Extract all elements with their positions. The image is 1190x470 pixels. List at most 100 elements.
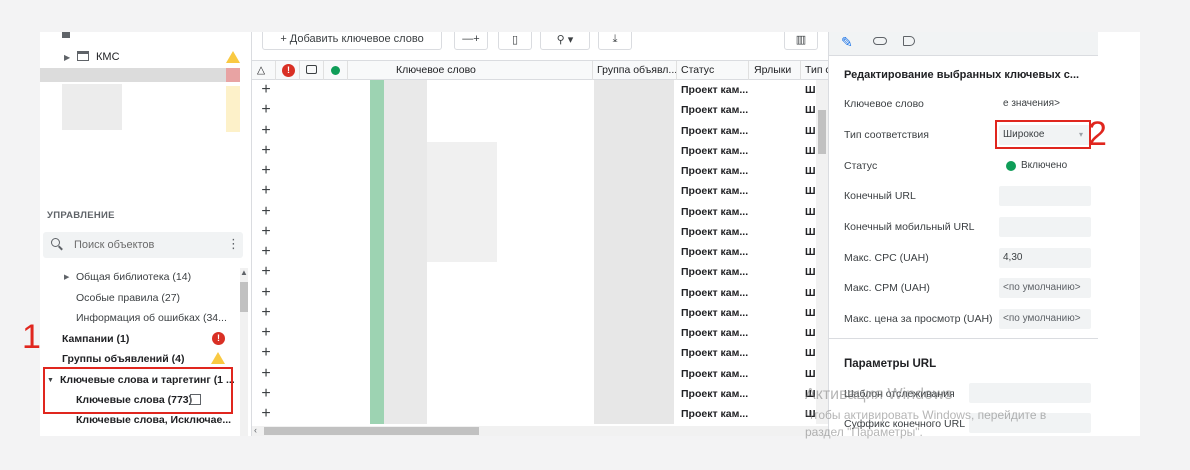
expand-arrow-icon[interactable]: ▶: [64, 53, 70, 62]
edit-pencil-icon[interactable]: ✎: [841, 34, 853, 51]
table-row[interactable]: +Проект кам...Широк...: [252, 384, 828, 404]
row-status-cell: Проект кам...: [681, 225, 749, 238]
final-url-input[interactable]: [999, 186, 1091, 206]
error-icon: !: [282, 64, 295, 77]
grid-scrollbar-thumb[interactable]: [818, 110, 826, 154]
expand-row-plus-icon[interactable]: +: [258, 364, 274, 384]
nav-label: Особые правила (27): [76, 292, 181, 304]
error-column-header[interactable]: !: [276, 61, 300, 80]
left-scrollbar[interactable]: [240, 268, 248, 436]
keyword-label: Ключевое слово: [844, 98, 924, 110]
nav-shared-library[interactable]: ▶ Общая библиотека (14): [40, 267, 238, 287]
expand-row-plus-icon[interactable]: +: [258, 161, 274, 181]
expand-arrow-icon[interactable]: ▶: [64, 273, 69, 281]
table-row[interactable]: +Проект кам...Широк...: [252, 242, 828, 262]
expand-row-plus-icon[interactable]: +: [258, 141, 274, 161]
expand-row-plus-icon[interactable]: +: [258, 202, 274, 222]
expand-row-plus-icon[interactable]: +: [258, 343, 274, 363]
nav-campaigns[interactable]: Кампании (1): [40, 329, 238, 349]
status-green-strip: [370, 80, 384, 424]
keyword-field[interactable]: е значения>: [999, 94, 1091, 114]
blurred-ad-group-column: [594, 80, 674, 424]
search-icon-handle: [58, 245, 63, 251]
nav-errors-info[interactable]: Информация об ошибках (34...: [40, 308, 238, 328]
watermark-line-2: Чтобы активировать Windows, перейдите в: [805, 408, 1047, 422]
nav-ad-groups[interactable]: Группы объявлений (4): [40, 349, 238, 369]
delete-button[interactable]: ▯: [498, 32, 532, 50]
ad-group-column-header[interactable]: Группа объявл...: [593, 61, 677, 80]
table-row[interactable]: +Проект кам...Широк...: [252, 121, 828, 141]
warning-icon: [226, 51, 240, 63]
status-select[interactable]: Включено: [999, 156, 1091, 176]
table-row[interactable]: +Проект кам...Широк...: [252, 283, 828, 303]
nav-custom-rules[interactable]: Особые правила (27): [40, 288, 238, 308]
expand-row-plus-icon[interactable]: +: [258, 121, 274, 141]
table-row[interactable]: +Проект кам...Широк...: [252, 303, 828, 323]
max-cpm-input[interactable]: <по умолчанию>: [999, 278, 1091, 298]
status-dot-header[interactable]: [324, 61, 348, 80]
table-row[interactable]: +Проект кам...Широк...: [252, 222, 828, 242]
link-icon[interactable]: [873, 37, 887, 45]
comment-column-header[interactable]: [300, 61, 324, 80]
search-objects[interactable]: Поиск объектов ⋮: [43, 232, 243, 258]
table-row[interactable]: +Проект кам...Широк...: [252, 364, 828, 384]
table-row[interactable]: +Проект кам...Широк...: [252, 323, 828, 343]
more-options-icon[interactable]: ⋮: [227, 236, 240, 252]
mobile-url-label: Конечный мобильный URL: [844, 221, 975, 233]
columns-button[interactable]: ▥: [784, 32, 818, 50]
expand-row-plus-icon[interactable]: +: [258, 242, 274, 262]
table-row[interactable]: +Проект кам...Широк...: [252, 343, 828, 363]
labels-column-header[interactable]: Ярлыки: [749, 61, 801, 80]
add-keyword-button[interactable]: + Добавить ключевое слово: [262, 32, 442, 50]
keyword-column-header[interactable]: Ключевое слово: [348, 61, 593, 80]
expand-row-plus-icon[interactable]: +: [258, 100, 274, 120]
max-view-input[interactable]: <по умолчанию>: [999, 309, 1091, 329]
tree-item-kms[interactable]: ▶ КМС: [40, 47, 251, 67]
find-replace-button[interactable]: ⚲ ▾: [540, 32, 590, 50]
expand-row-plus-icon[interactable]: +: [258, 283, 274, 303]
annotation-number-1: 1: [22, 318, 41, 356]
left-scrollbar-thumb[interactable]: [240, 282, 248, 312]
keywords-grid: + Добавить ключевое слово —+ ▯ ⚲ ▾ ⤓ ▥ △…: [252, 32, 828, 436]
table-row[interactable]: +Проект кам...Широк...: [252, 161, 828, 181]
row-status-cell: Проект кам...: [681, 246, 749, 258]
scroll-up-icon[interactable]: ▲: [240, 268, 248, 277]
expand-row-plus-icon[interactable]: +: [258, 181, 274, 201]
grid-hscroll-thumb[interactable]: [264, 427, 479, 435]
grid-horizontal-scrollbar[interactable]: ‹: [252, 425, 828, 436]
expand-row-plus-icon[interactable]: +: [258, 323, 274, 343]
status-column-header[interactable]: Статус: [677, 61, 749, 80]
table-row[interactable]: +Проект кам...Широк...: [252, 80, 828, 100]
table-row[interactable]: +Проект кам...Широк...: [252, 202, 828, 222]
table-row[interactable]: +Проект кам...Широк...: [252, 181, 828, 201]
label-tag-icon[interactable]: [903, 36, 915, 46]
watermark-line-3: раздел "Параметры".: [805, 425, 923, 439]
search-placeholder[interactable]: Поиск объектов: [74, 239, 154, 251]
watermark-title: Активация Windows: [805, 386, 953, 403]
grid-vertical-scrollbar[interactable]: [816, 80, 828, 424]
expand-row-plus-icon[interactable]: +: [258, 222, 274, 242]
expand-row-plus-icon[interactable]: +: [258, 404, 274, 424]
table-row[interactable]: +Проект кам...Широк...: [252, 141, 828, 161]
row-status-cell: Проект кам...: [681, 205, 749, 218]
make-changes-button[interactable]: —+: [454, 32, 488, 50]
max-cpc-input[interactable]: 4,30: [999, 248, 1091, 268]
scroll-left-icon[interactable]: ‹: [254, 425, 257, 435]
mobile-url-input[interactable]: [999, 217, 1091, 237]
export-button[interactable]: ⤓: [598, 32, 632, 50]
match-type-column-header[interactable]: Тип соо...: [801, 61, 828, 80]
table-row[interactable]: +Проект кам...Широк...: [252, 100, 828, 120]
blurred-keyword-block: [427, 142, 497, 262]
sort-header[interactable]: △: [252, 61, 276, 80]
tracking-input[interactable]: [969, 383, 1091, 403]
table-row[interactable]: +Проект кам...Широк...: [252, 262, 828, 282]
expand-row-plus-icon[interactable]: +: [258, 384, 274, 404]
expand-row-plus-icon[interactable]: +: [258, 262, 274, 282]
nav-label: Ключевые слова, Исключае...: [76, 414, 232, 426]
table-row[interactable]: +Проект кам...Широк...: [252, 404, 828, 424]
row-status-cell: Проект кам...: [681, 286, 749, 299]
nav-label: Информация об ошибках (34...: [76, 312, 227, 324]
expand-row-plus-icon[interactable]: +: [258, 80, 274, 100]
expand-row-plus-icon[interactable]: +: [258, 303, 274, 323]
row-status-cell: Проект кам...: [681, 104, 749, 117]
